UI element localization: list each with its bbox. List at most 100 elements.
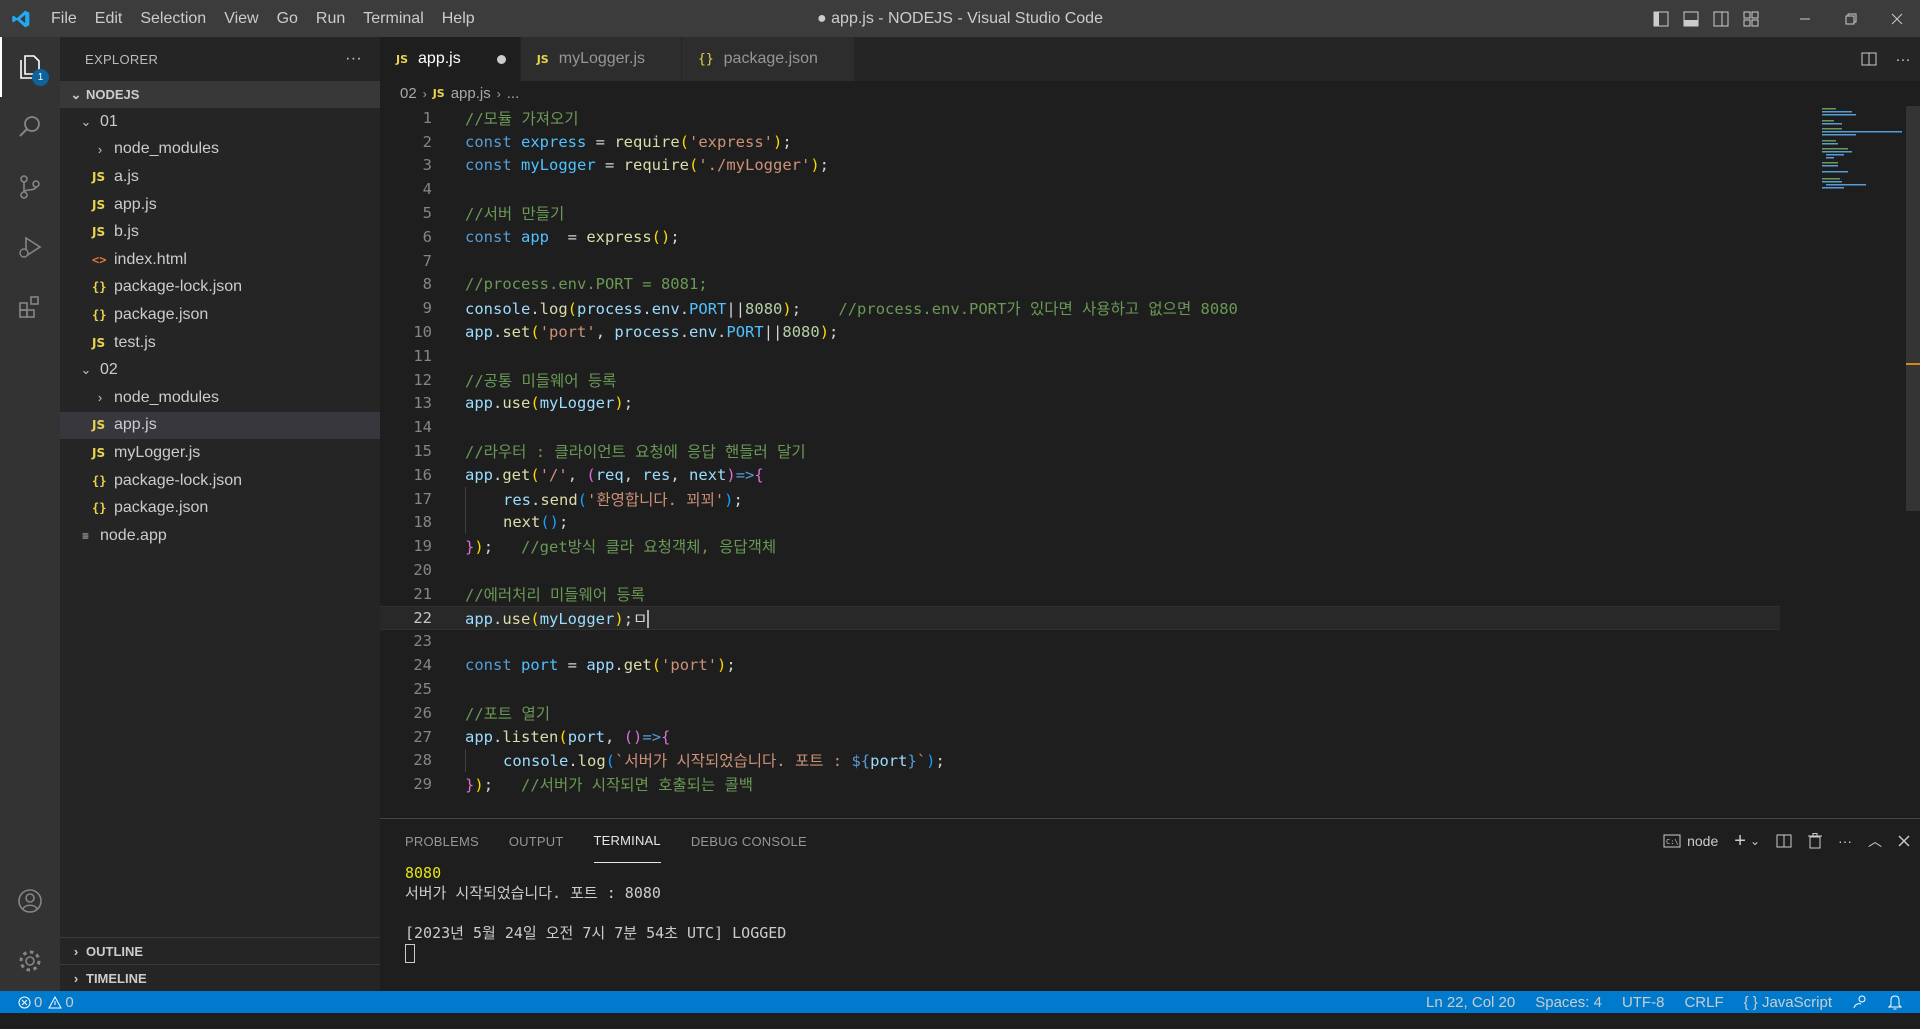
restore-icon[interactable]	[1828, 0, 1874, 37]
code-line: 8//process.env.PORT = 8081;	[422, 275, 708, 294]
tab-output[interactable]: OUTPUT	[509, 819, 564, 863]
menu-help[interactable]: Help	[433, 0, 484, 37]
tab-mylogger-js[interactable]: JS myLogger.js	[520, 37, 682, 81]
code-line: 13 app.use(myLogger);	[413, 394, 634, 413]
file-app-js-selected[interactable]: JS app.js	[60, 411, 380, 440]
tab-terminal[interactable]: TERMINAL	[593, 819, 661, 863]
toggle-panel-icon[interactable]	[1676, 0, 1706, 37]
workspace-root[interactable]: ⌄ NODEJS	[60, 81, 380, 108]
breadcrumb-symbol[interactable]: ...	[507, 85, 520, 102]
encoding[interactable]: UTF-8	[1622, 994, 1665, 1011]
code-line: 16 app.get('/', (req, res, next)=>{	[413, 465, 764, 484]
folder-node-modules[interactable]: › node_modules	[60, 384, 380, 412]
timeline-section[interactable]: › TIMELINE	[60, 964, 380, 991]
code-line: 10 app.set('port', process.env.PORT||8080…	[413, 323, 839, 342]
indentation[interactable]: Spaces: 4	[1535, 994, 1602, 1011]
file-package-lock-json[interactable]: {} package-lock.json	[60, 467, 380, 495]
more-actions-icon[interactable]: ···	[1838, 833, 1852, 849]
split-editor-icon[interactable]	[1852, 51, 1886, 67]
explorer-icon[interactable]: 1	[0, 37, 60, 97]
code-editor[interactable]: 1//모듈 가져오기 2 const express = require('exp…	[380, 106, 1780, 796]
html-file-icon: <>	[92, 252, 107, 267]
problems-status[interactable]: 0 0	[18, 994, 74, 1011]
chevron-right-icon: ›	[422, 86, 427, 101]
file-mylogger-js[interactable]: JS myLogger.js	[60, 439, 380, 467]
new-terminal-icon[interactable]: +	[1734, 830, 1746, 853]
more-actions-icon[interactable]: ···	[345, 50, 362, 68]
menu-run[interactable]: Run	[307, 0, 354, 37]
menu-file[interactable]: File	[42, 0, 86, 37]
breadcrumb-file[interactable]: app.js	[451, 85, 491, 102]
close-panel-icon[interactable]	[1898, 835, 1910, 847]
chevron-right-icon: ›	[73, 970, 79, 986]
folder-01[interactable]: ⌄ 01	[60, 108, 380, 136]
more-actions-icon[interactable]: ···	[1886, 51, 1920, 68]
breadcrumb: 02 › JS app.js › ...	[380, 81, 1920, 106]
manage-gear-icon[interactable]	[0, 931, 60, 991]
customize-layout-icon[interactable]	[1736, 0, 1766, 37]
code-line: 29}); //서버가 시작되면 호출되는 콜백	[413, 775, 754, 795]
menu-go[interactable]: Go	[268, 0, 307, 37]
terminal-output[interactable]: 8080 서버가 시작되었습니다. 포트 : 8080 [2023년 5월 24…	[380, 863, 1920, 963]
search-icon[interactable]	[0, 97, 60, 157]
menu-edit[interactable]: Edit	[86, 0, 132, 37]
workspace-root-label: NODEJS	[86, 87, 140, 102]
unsaved-dot-icon[interactable]	[496, 54, 506, 64]
extensions-icon[interactable]	[0, 277, 60, 337]
toggle-primary-sidebar-icon[interactable]	[1646, 0, 1676, 37]
js-file-icon: JS	[92, 445, 106, 460]
file-test-js[interactable]: JS test.js	[60, 329, 380, 357]
terminal-selector[interactable]: C:\ node	[1663, 833, 1718, 849]
breadcrumb-folder[interactable]: 02	[400, 85, 417, 102]
editor-area: JS app.js JS myLogger.js {} package.json…	[380, 37, 1920, 818]
file-index-html[interactable]: <> index.html	[60, 246, 380, 274]
outline-section[interactable]: › OUTLINE	[60, 937, 380, 964]
terminal-prompt	[405, 943, 1920, 963]
close-icon[interactable]	[1874, 0, 1920, 37]
tab-problems[interactable]: PROBLEMS	[405, 819, 479, 863]
toggle-secondary-sidebar-icon[interactable]	[1706, 0, 1736, 37]
chevron-down-icon: ⌄	[80, 113, 92, 129]
minimize-icon[interactable]	[1782, 0, 1828, 37]
chevron-right-icon: ›	[97, 141, 103, 157]
accounts-icon[interactable]	[0, 871, 60, 931]
chevron-right-icon: ›	[97, 390, 103, 406]
feedback-icon[interactable]	[1852, 994, 1868, 1010]
maximize-panel-icon[interactable]: ︿	[1868, 831, 1882, 851]
file-a-js[interactable]: JS a.js	[60, 163, 380, 191]
folder-node-modules[interactable]: › node_modules	[60, 136, 380, 164]
vertical-scrollbar[interactable]	[1906, 106, 1920, 511]
status-bar: 0 0 Ln 22, Col 20 Spaces: 4 UTF-8 CRLF {…	[0, 991, 1920, 1013]
file-package-lock-json[interactable]: {} package-lock.json	[60, 274, 380, 302]
code-line: 9 console.log(process.env.PORT||8080); //…	[422, 299, 1238, 319]
file-node-app[interactable]: ≡ node.app	[60, 522, 380, 550]
cursor-position[interactable]: Ln 22, Col 20	[1426, 994, 1515, 1011]
file-app-js[interactable]: JS app.js	[60, 191, 380, 219]
run-debug-icon[interactable]	[0, 217, 60, 277]
trash-icon[interactable]	[1808, 833, 1822, 849]
language-mode[interactable]: { } JavaScript	[1744, 994, 1832, 1011]
folder-02[interactable]: ⌄ 02	[60, 356, 380, 384]
error-icon	[18, 996, 31, 1009]
file-b-js[interactable]: JS b.js	[60, 218, 380, 246]
svg-text:C:\: C:\	[1666, 838, 1679, 846]
chevron-down-icon[interactable]: ⌄	[1750, 834, 1760, 848]
tab-app-js[interactable]: JS app.js	[380, 37, 521, 81]
error-count: 0	[34, 993, 43, 1011]
menu-view[interactable]: View	[215, 0, 267, 37]
file-package-json[interactable]: {} package.json	[60, 301, 380, 329]
end-of-line[interactable]: CRLF	[1684, 994, 1723, 1011]
current-code-line: 22 app.use(myLogger);ㅁ	[380, 605, 1780, 630]
code-line: 12//공통 미들웨어 등록	[413, 370, 617, 390]
minimap[interactable]	[1822, 106, 1912, 196]
code-line: 15//라우터 : 클라이언트 요청에 응답 핸들러 달기	[413, 442, 806, 462]
notifications-bell-icon[interactable]	[1888, 994, 1902, 1010]
file-package-json[interactable]: {} package.json	[60, 494, 380, 522]
source-control-icon[interactable]	[0, 157, 60, 217]
split-terminal-icon[interactable]	[1776, 833, 1792, 849]
menu-terminal[interactable]: Terminal	[354, 0, 432, 37]
menu-selection[interactable]: Selection	[131, 0, 215, 37]
tab-debug-console[interactable]: DEBUG CONSOLE	[691, 819, 807, 863]
code-line: 28 console.log(`서버가 시작되었습니다. 포트 : ${port}…	[380, 748, 1780, 773]
tab-package-json[interactable]: {} package.json	[682, 37, 855, 81]
